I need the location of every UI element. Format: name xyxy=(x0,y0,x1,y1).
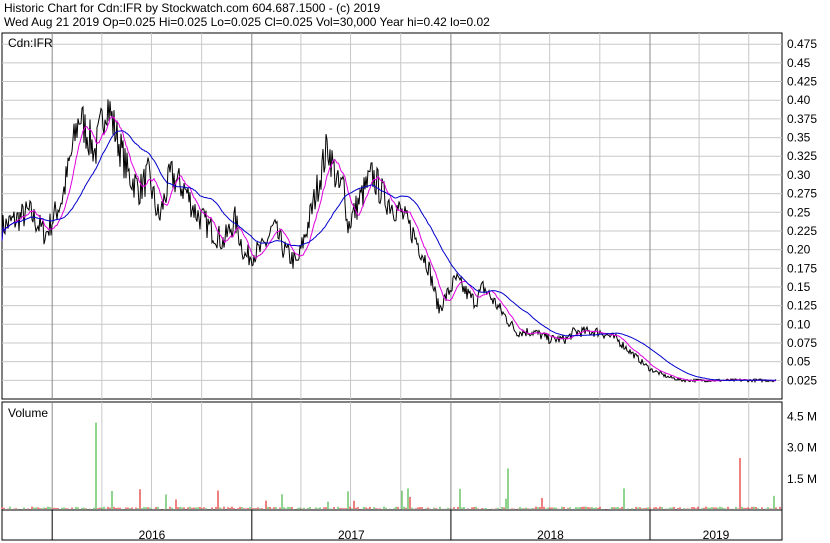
volume-tick-label: 1.5 M xyxy=(787,472,817,486)
price-tick-label: 0.15 xyxy=(787,280,811,294)
volume-panel: Volume 4.5 M 3.0 M 1.5 M xyxy=(1,401,817,511)
date-axis-ticks: 2016 2017 2018 2019 xyxy=(51,510,730,542)
price-tick-label: 0.475 xyxy=(787,37,817,51)
price-tick-label: 0.225 xyxy=(787,224,817,238)
volume-axis-ticks: 4.5 M 3.0 M 1.5 M xyxy=(787,409,817,485)
year-tick-label: 2016 xyxy=(139,528,166,542)
volume-tick-label: 4.5 M xyxy=(787,409,817,423)
price-tick-label: 0.10 xyxy=(787,317,811,331)
price-tick-label: 0.275 xyxy=(787,187,817,201)
volume-panel-frame xyxy=(1,401,783,511)
price-gridlines xyxy=(2,33,782,399)
price-tick-label: 0.125 xyxy=(787,299,817,313)
price-tick-label: 0.25 xyxy=(787,205,811,219)
price-series-line xyxy=(1,99,777,384)
price-tick-label: 0.30 xyxy=(787,168,811,182)
price-axis-ticks: 0.475 0.45 0.425 0.40 0.375 0.35 0.325 0.30 0.27… xyxy=(787,37,817,387)
price-tick-label: 0.425 xyxy=(787,75,817,89)
stock-chart: Cdn:IFR 0.475 0.45 0.425 0.40 0.375 0.35 0.325… xyxy=(1,32,817,542)
volume-gridlines xyxy=(51,402,750,510)
price-tick-label: 0.375 xyxy=(787,112,817,126)
volume-panel-title: Volume xyxy=(8,406,48,420)
date-axis: 2016 2017 2018 2019 xyxy=(1,509,783,542)
price-tick-label: 0.35 xyxy=(787,131,811,145)
price-tick-label: 0.45 xyxy=(787,56,811,70)
price-panel-title: Cdn:IFR xyxy=(8,36,53,50)
price-tick-label: 0.175 xyxy=(787,261,817,275)
date-axis-frame xyxy=(1,509,783,541)
volume-bars xyxy=(1,422,781,510)
price-tick-label: 0.025 xyxy=(787,373,817,387)
price-tick-label: 0.40 xyxy=(787,93,811,107)
price-panel-frame xyxy=(1,32,783,400)
price-panel: Cdn:IFR 0.475 0.45 0.425 0.40 0.375 0.35 0.325… xyxy=(1,32,817,400)
price-tick-label: 0.05 xyxy=(787,355,811,369)
volume-tick-label: 3.0 M xyxy=(787,441,817,455)
price-tick-label: 0.20 xyxy=(787,243,811,257)
price-tick-label: 0.325 xyxy=(787,149,817,163)
year-tick-label: 2018 xyxy=(537,528,564,542)
year-tick-label: 2019 xyxy=(703,528,730,542)
price-tick-label: 0.075 xyxy=(787,336,817,350)
year-tick-label: 2017 xyxy=(338,528,365,542)
